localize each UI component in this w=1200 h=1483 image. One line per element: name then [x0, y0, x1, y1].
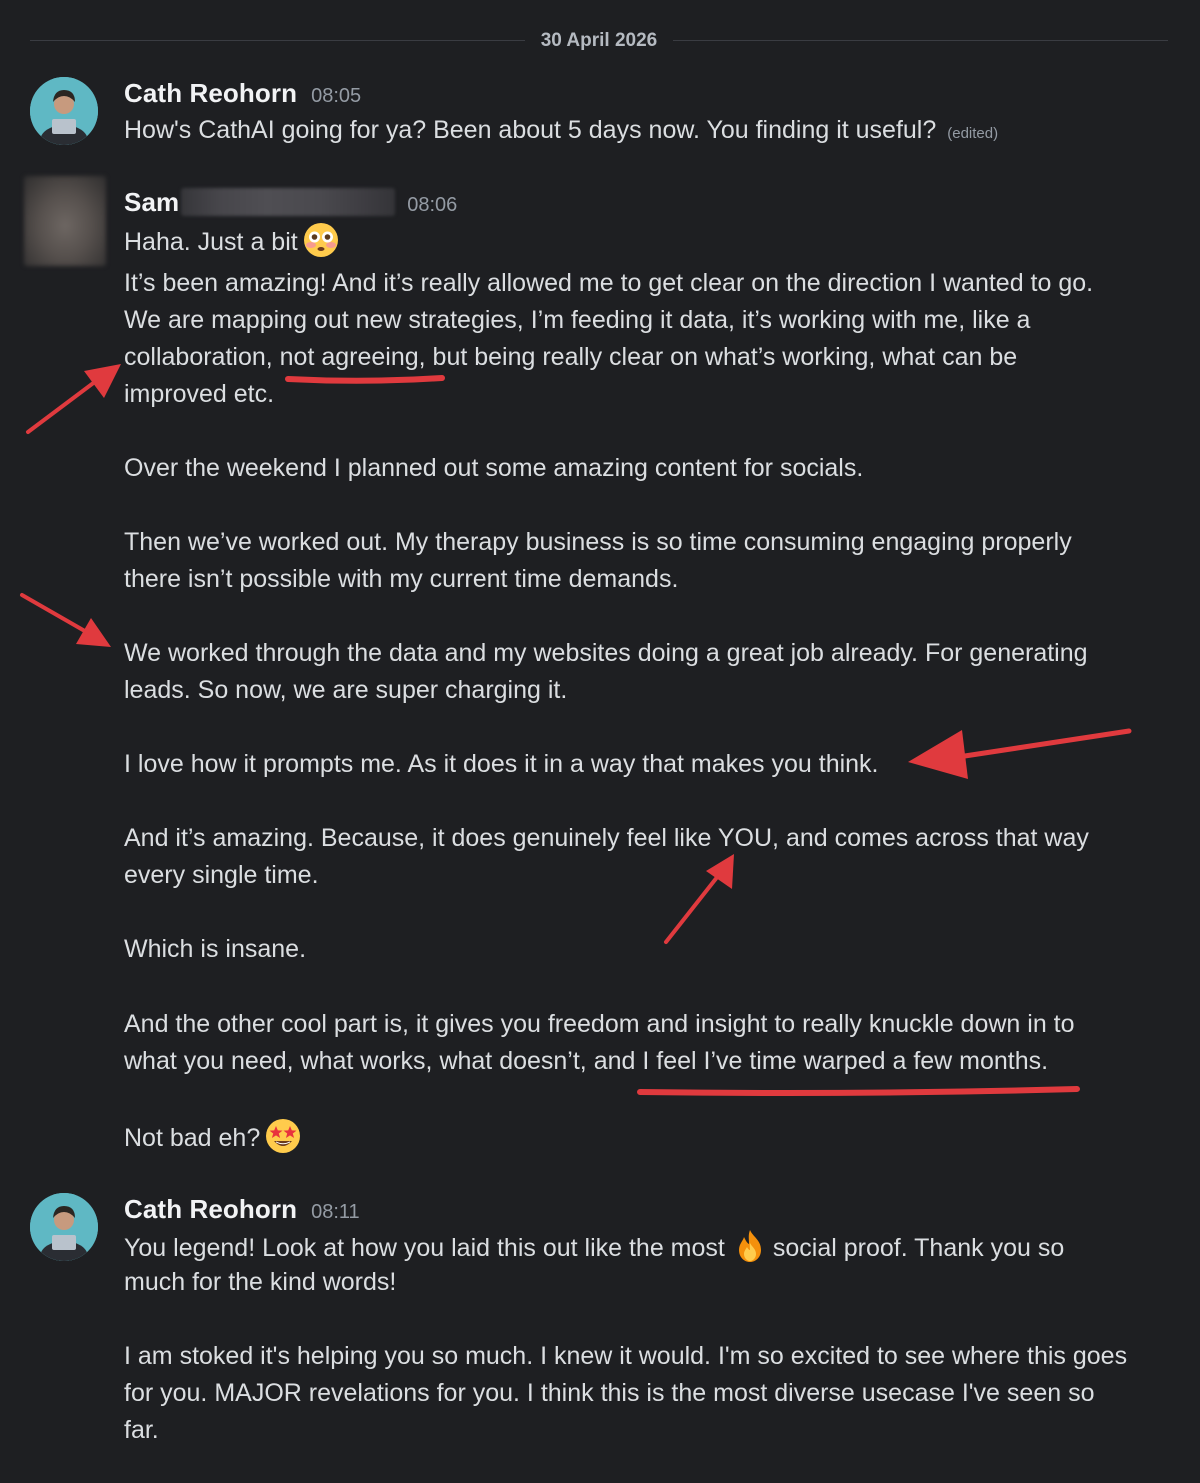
- author-name[interactable]: Sam: [124, 187, 179, 218]
- message-line: improved etc.: [124, 380, 275, 408]
- flushed-face-emoji-icon: [302, 221, 340, 259]
- message-line: I am stoked it's helping you so much. I …: [124, 1342, 1128, 1370]
- message-line: And the other cool part is, it gives you…: [124, 1010, 1075, 1038]
- message-line-text: Not bad eh?: [124, 1124, 261, 1152]
- avatar-photo-icon: [30, 1193, 98, 1261]
- fire-emoji-icon: [731, 1227, 769, 1265]
- message-line: And it’s amazing. Because, it does genui…: [124, 824, 1089, 852]
- arrow-annotation-2: [20, 593, 111, 647]
- avatar-photo-icon: [30, 77, 98, 145]
- message-line: We worked through the data and my websit…: [124, 639, 1088, 667]
- author-name[interactable]: Cath Reohorn: [124, 78, 297, 109]
- message-line: Not bad eh?: [124, 1117, 302, 1157]
- message-line: much for the kind words!: [124, 1268, 397, 1296]
- arrow-annotation-3: [908, 728, 1132, 779]
- message-line: I love how it prompts me. As it does it …: [124, 750, 879, 778]
- message-timestamp[interactable]: 08:11: [311, 1201, 360, 1224]
- message-line-text: Haha. Just a bit: [124, 228, 298, 256]
- message-line: far.: [124, 1416, 159, 1444]
- message-line: How's CathAI going for ya? Been about 5 …: [124, 116, 937, 144]
- redacted-name-blur: [181, 188, 396, 216]
- message-line: leads. So now, we are super charging it.: [124, 676, 568, 704]
- message-line: You legend! Look at how you laid this ou…: [124, 1227, 1064, 1267]
- message-timestamp[interactable]: 08:06: [407, 194, 457, 217]
- avatar-cath[interactable]: [30, 77, 98, 145]
- date-divider-label: 30 April 2026: [525, 29, 673, 53]
- message-line: what you need, what works, what doesn’t,…: [124, 1047, 1049, 1075]
- underline-not-agreeing: [285, 375, 445, 384]
- message-line: Which is insane.: [124, 935, 307, 963]
- message-line: there isn’t possible with my current tim…: [124, 565, 679, 593]
- message-header: Cath Reohorn 08:11: [124, 1194, 360, 1224]
- message-line: Haha. Just a bit: [124, 221, 340, 261]
- avatar-sam[interactable]: [24, 176, 106, 266]
- message-line-text: social proof. Thank you so: [772, 1234, 1065, 1262]
- message-line: We are mapping out new strategies, I’m f…: [124, 306, 1031, 334]
- message-timestamp[interactable]: 08:05: [311, 85, 361, 108]
- message-line: It’s been amazing! And it’s really allow…: [124, 269, 1094, 297]
- arrow-annotation-1: [26, 364, 121, 434]
- author-name[interactable]: Cath Reohorn: [124, 1194, 297, 1225]
- message-line: collaboration, not agreeing, but being r…: [124, 343, 1018, 371]
- message-line: Over the weekend I planned out some amaz…: [124, 454, 864, 482]
- star-struck-emoji-icon: [264, 1117, 302, 1155]
- message-header: Sam 08:06: [124, 187, 457, 217]
- message-line: every single time.: [124, 861, 319, 889]
- message-line: for you. MAJOR revelations for you. I th…: [124, 1379, 1095, 1407]
- avatar-cath[interactable]: [30, 1193, 98, 1261]
- message-text: How's CathAI going for ya? Been about 5 …: [124, 112, 998, 152]
- message-line-text: You legend! Look at how you laid this ou…: [124, 1234, 725, 1262]
- edited-label: (edited): [947, 125, 999, 142]
- message-line: Then we’ve worked out. My therapy busine…: [124, 528, 1072, 556]
- arrow-annotation-4: [664, 854, 734, 944]
- message-header: Cath Reohorn 08:05: [124, 78, 361, 108]
- underline-time-warped: [637, 1086, 1080, 1096]
